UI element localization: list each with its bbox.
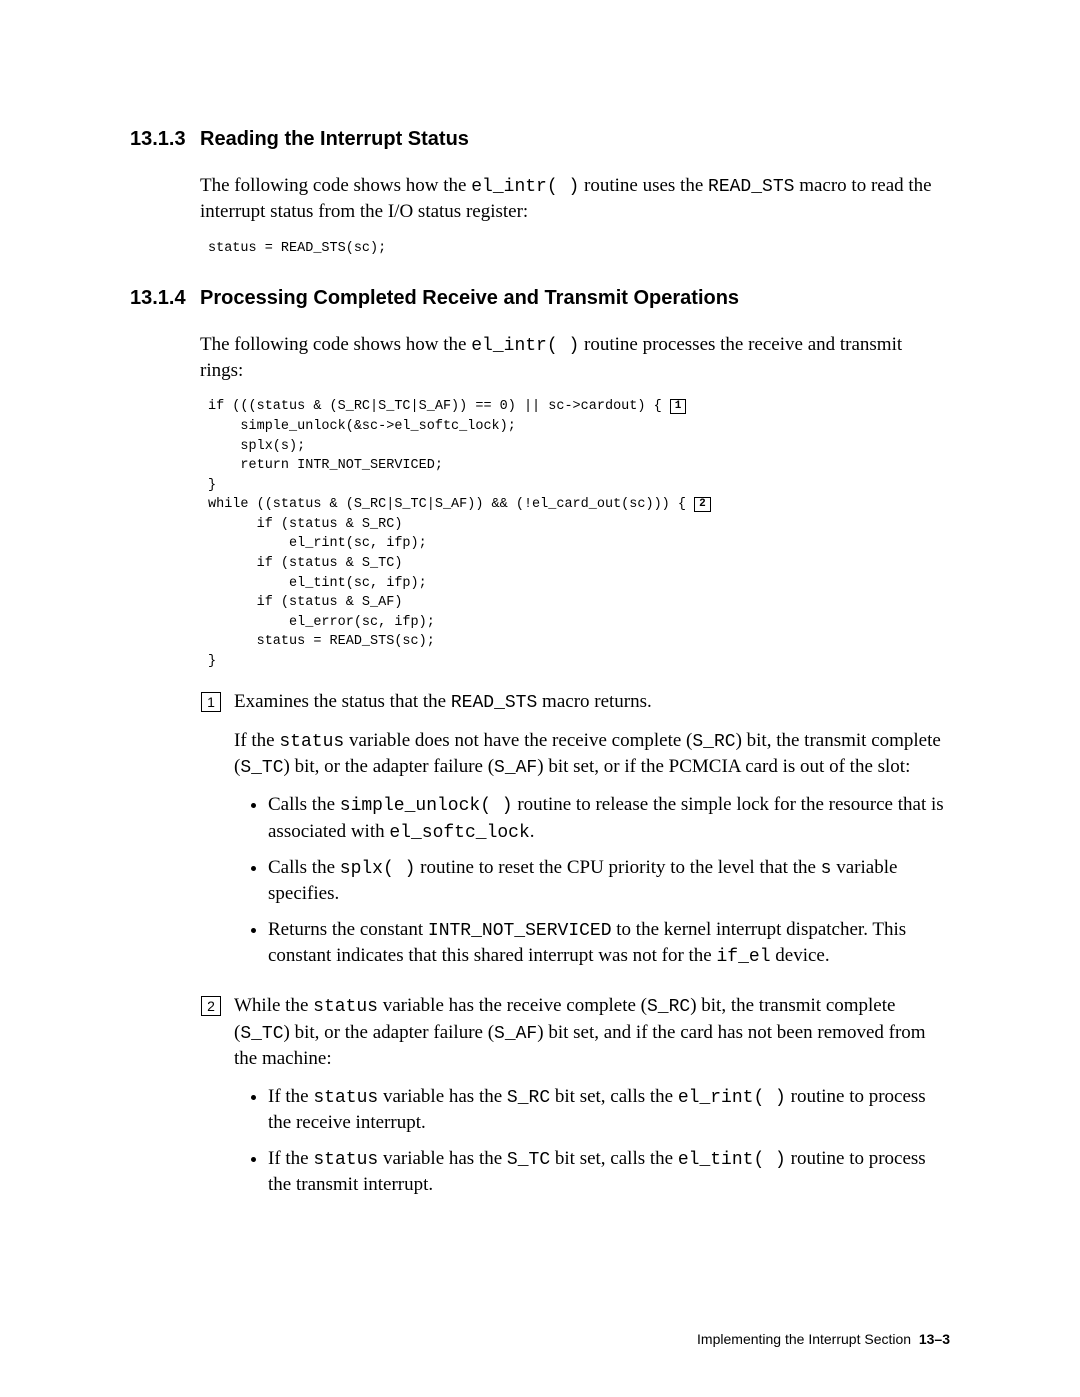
section-number: 13.1.4 (130, 287, 190, 322)
callout-body: While the status variable has the receiv… (234, 993, 950, 1207)
bullet-item: Calls the simple_unlock( ) routine to re… (268, 792, 950, 845)
code-inline: splx( ) (340, 859, 416, 879)
section-13-1-4-body: The following code shows how the el_intr… (200, 332, 950, 672)
section-number: 13.1.3 (130, 128, 190, 163)
text: ) bit, or the adapter failure ( (284, 756, 494, 777)
callout-list: 1 Examines the status that the READ_STS … (200, 689, 950, 1207)
text: ) bit set, or if the PCMCIA card is out … (537, 756, 910, 777)
text: Examines the status that the (234, 691, 451, 712)
code-inline: el_softc_lock (389, 823, 529, 843)
code-inline: simple_unlock( ) (340, 796, 513, 816)
text: Calls the (268, 794, 340, 815)
bullet-item: If the status variable has the S_TC bit … (268, 1146, 950, 1198)
section-13-1-3-body: The following code shows how the el_intr… (200, 173, 950, 259)
text: . (530, 821, 535, 842)
code-inline: if_el (717, 947, 771, 967)
code-inline: S_TC (240, 758, 283, 778)
callout-number-box: 1 (201, 692, 221, 712)
text: device. (771, 945, 830, 966)
paragraph: Examines the status that the READ_STS ma… (234, 689, 950, 715)
page-number: 13–3 (919, 1331, 950, 1347)
text: variable does not have the receive compl… (344, 730, 692, 751)
text: While the (234, 995, 313, 1016)
section-title: Processing Completed Receive and Transmi… (200, 287, 739, 310)
callout-marker-2: 2 (694, 497, 711, 512)
code-inline: READ_STS (451, 693, 537, 713)
bullet-item: If the status variable has the S_RC bit … (268, 1084, 950, 1136)
callout-item-2: 2 While the status variable has the rece… (200, 993, 950, 1207)
code-inline: el_rint( ) (678, 1088, 786, 1108)
paragraph: While the status variable has the receiv… (234, 993, 950, 1071)
code-inline: status (279, 732, 344, 752)
text: routine to reset the CPU priority to the… (415, 857, 820, 878)
bullet-item: Calls the splx( ) routine to reset the C… (268, 855, 950, 907)
code-inline: el_intr( ) (471, 177, 579, 197)
code-inline: s (821, 859, 832, 879)
text: If the (268, 1148, 313, 1169)
code-inline: el_tint( ) (678, 1150, 786, 1170)
text: macro returns. (537, 691, 651, 712)
footer-title: Implementing the Interrupt Section (697, 1331, 911, 1347)
text: routine uses the (579, 175, 708, 196)
code-inline: el_intr( ) (471, 336, 579, 356)
page-footer: Implementing the Interrupt Section 13–3 (697, 1331, 950, 1347)
text: variable has the (378, 1148, 507, 1169)
text: The following code shows how the (200, 334, 471, 355)
text: bit set, calls the (550, 1086, 678, 1107)
callout-number-box: 2 (201, 996, 221, 1016)
code-inline: S_RC (647, 997, 690, 1017)
text: Calls the (268, 857, 340, 878)
code-inline: S_AF (494, 758, 537, 778)
code-inline: READ_STS (708, 177, 794, 197)
bullet-list: If the status variable has the S_RC bit … (234, 1084, 950, 1198)
text: ) bit, or the adapter failure ( (284, 1022, 494, 1043)
callout-marker-1: 1 (670, 399, 687, 414)
code-inline: S_RC (507, 1088, 550, 1108)
code-inline: status (313, 1088, 378, 1108)
code-line: if (((status & (S_RC|S_TC|S_AF)) == 0) |… (208, 399, 670, 414)
code-inline: S_TC (240, 1024, 283, 1044)
bullet-item: Returns the constant INTR_NOT_SERVICED t… (268, 917, 950, 970)
code-inline: INTR_NOT_SERVICED (428, 921, 612, 941)
callout-number: 1 (200, 689, 222, 979)
section-13-1-3-heading: 13.1.3 Reading the Interrupt Status (130, 128, 950, 163)
code-inline: status (313, 997, 378, 1017)
text: Returns the constant (268, 919, 428, 940)
code-block: if (((status & (S_RC|S_TC|S_AF)) == 0) |… (208, 397, 950, 671)
code-inline: S_RC (692, 732, 735, 752)
code-inline: S_AF (494, 1024, 537, 1044)
page: 13.1.3 Reading the Interrupt Status The … (0, 0, 1080, 1281)
text: variable has the receive complete ( (378, 995, 647, 1016)
text: The following code shows how the (200, 175, 471, 196)
text: If the (268, 1086, 313, 1107)
callout-body: Examines the status that the READ_STS ma… (234, 689, 950, 979)
code-inline: S_TC (507, 1150, 550, 1170)
paragraph: The following code shows how the el_intr… (200, 332, 950, 384)
callout-number: 2 (200, 993, 222, 1207)
code-line: while ((status & (S_RC|S_TC|S_AF)) && (!… (208, 497, 694, 512)
paragraph: The following code shows how the el_intr… (200, 173, 950, 225)
code-lines: simple_unlock(&sc->el_softc_lock); splx(… (208, 419, 516, 493)
text: variable has the (378, 1086, 507, 1107)
code-lines: if (status & S_RC) el_rint(sc, ifp); if … (208, 517, 435, 669)
text: If the (234, 730, 279, 751)
code-inline: status (313, 1150, 378, 1170)
code-block: status = READ_STS(sc); (208, 239, 950, 259)
text: bit set, calls the (550, 1148, 678, 1169)
paragraph: If the status variable does not have the… (234, 728, 950, 781)
callout-item-1: 1 Examines the status that the READ_STS … (200, 689, 950, 979)
bullet-list: Calls the simple_unlock( ) routine to re… (234, 792, 950, 969)
section-title: Reading the Interrupt Status (200, 128, 469, 151)
section-13-1-4-heading: 13.1.4 Processing Completed Receive and … (130, 287, 950, 322)
